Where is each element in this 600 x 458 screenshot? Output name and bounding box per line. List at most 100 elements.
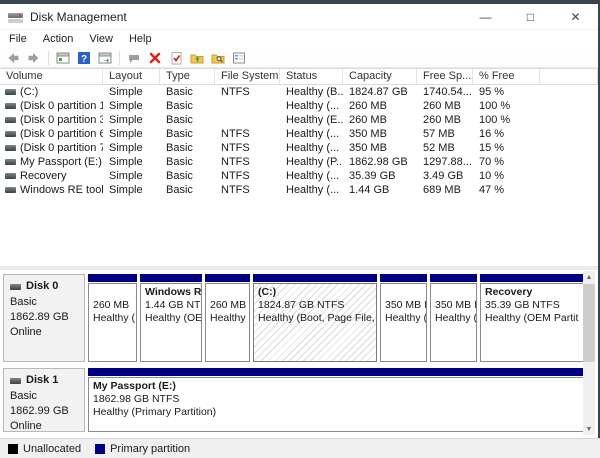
- disk-icon: [10, 284, 21, 290]
- menu-help[interactable]: Help: [121, 30, 160, 48]
- unallocated-swatch: [8, 444, 18, 454]
- partition-block[interactable]: My Passport (E:)1862.98 GB NTFSHealthy (…: [88, 368, 585, 432]
- properties-icon[interactable]: [230, 50, 248, 66]
- volume-icon: [5, 187, 16, 193]
- cell-layout: Simple: [103, 169, 160, 183]
- volume-name: (Disk 0 partition 7): [20, 141, 103, 155]
- table-row[interactable]: (Disk 0 partition 7) Simple Basic NTFS H…: [0, 141, 598, 155]
- mark-partition-active-icon[interactable]: [167, 50, 185, 66]
- disk-type: Basic: [10, 389, 84, 404]
- cell-free-space: 3.49 GB: [417, 169, 473, 183]
- cell-pct-free: 10 %: [473, 169, 540, 183]
- partition-block[interactable]: 260 MBHealthy (: [88, 274, 137, 362]
- table-row[interactable]: (Disk 0 partition 6) Simple Basic NTFS H…: [0, 127, 598, 141]
- table-row[interactable]: Recovery Simple Basic NTFS Healthy (... …: [0, 169, 598, 183]
- scroll-up-icon[interactable]: ▲: [583, 271, 595, 283]
- disk-0-label[interactable]: Disk 0 Basic 1862.89 GB Online: [3, 274, 85, 362]
- col-capacity[interactable]: Capacity: [343, 69, 417, 84]
- cell-file-system: NTFS: [215, 85, 280, 99]
- col-status[interactable]: Status: [280, 69, 343, 84]
- help-icon[interactable]: ?: [75, 50, 93, 66]
- disk-type: Basic: [10, 295, 84, 310]
- cell-status: Healthy (...: [280, 169, 343, 183]
- svg-text:?: ?: [81, 54, 87, 65]
- volume-table-header: Volume Layout Type File System Status Ca…: [0, 68, 598, 85]
- table-row[interactable]: Windows RE tools Simple Basic NTFS Healt…: [0, 183, 598, 197]
- cell-capacity: 260 MB: [343, 99, 417, 113]
- legend-unallocated: Unallocated: [8, 443, 81, 455]
- open-folder-icon[interactable]: [188, 50, 206, 66]
- show-action-pane-icon[interactable]: [96, 50, 114, 66]
- volume-icon: [5, 117, 16, 123]
- cell-type: Basic: [160, 99, 215, 113]
- close-button[interactable]: ✕: [553, 4, 598, 29]
- cell-type: Basic: [160, 141, 215, 155]
- col-volume[interactable]: Volume: [0, 69, 103, 84]
- disk-status: Online: [10, 325, 84, 340]
- partition-color-bar: [88, 274, 137, 282]
- col-pct-free[interactable]: % Free: [473, 69, 540, 84]
- scroll-down-icon[interactable]: ▼: [583, 423, 595, 435]
- partition-color-bar: [253, 274, 377, 282]
- table-row[interactable]: My Passport (E:) Simple Basic NTFS Healt…: [0, 155, 598, 169]
- cell-free-space: 57 MB: [417, 127, 473, 141]
- volume-name: (Disk 0 partition 3): [20, 113, 103, 127]
- explore-folder-icon[interactable]: [209, 50, 227, 66]
- disk-1-label[interactable]: Disk 1 Basic 1862.99 GB Online: [3, 368, 85, 432]
- cell-status: Healthy (...: [280, 99, 343, 113]
- partition-color-bar: [205, 274, 250, 282]
- delete-volume-icon[interactable]: [146, 50, 164, 66]
- minimize-button[interactable]: —: [463, 4, 508, 29]
- menu-file[interactable]: File: [0, 30, 35, 48]
- cell-status: Healthy (P...: [280, 155, 343, 169]
- cell-file-system: NTFS: [215, 155, 280, 169]
- cell-file-system: NTFS: [215, 141, 280, 155]
- cell-type: Basic: [160, 169, 215, 183]
- cell-file-system: NTFS: [215, 169, 280, 183]
- partition-block[interactable]: Windows R1.44 GB NTFHealthy (OEI: [140, 274, 202, 362]
- cell-file-system: NTFS: [215, 183, 280, 197]
- col-free-space[interactable]: Free Sp...: [417, 69, 473, 84]
- vertical-scrollbar[interactable]: ▲ ▼: [583, 271, 595, 435]
- cell-capacity: 1862.98 GB: [343, 155, 417, 169]
- cell-status: Healthy (...: [280, 141, 343, 155]
- window-title: Disk Management: [30, 10, 127, 24]
- disk-management-window: Disk Management — □ ✕ File Action View H…: [0, 0, 600, 458]
- title-bar: Disk Management — □ ✕: [0, 4, 598, 30]
- col-file-system[interactable]: File System: [215, 69, 280, 84]
- toolbar-separator: [48, 51, 49, 65]
- col-layout[interactable]: Layout: [103, 69, 160, 84]
- partition-block-c-selected[interactable]: (C:)1824.87 GB NTFSHealthy (Boot, Page F…: [253, 274, 377, 362]
- volume-name: My Passport (E:): [20, 155, 102, 169]
- table-row[interactable]: (Disk 0 partition 3) Simple Basic Health…: [0, 113, 598, 127]
- col-empty: [540, 69, 598, 84]
- cell-file-system: NTFS: [215, 127, 280, 141]
- scrollbar-thumb[interactable]: [583, 284, 595, 362]
- cell-status: Healthy (...: [280, 127, 343, 141]
- cell-pct-free: 70 %: [473, 155, 540, 169]
- cell-type: Basic: [160, 127, 215, 141]
- volume-name: (C:): [20, 85, 38, 99]
- forward-icon[interactable]: [25, 50, 43, 66]
- col-type[interactable]: Type: [160, 69, 215, 84]
- partition-block[interactable]: Recovery35.39 GB NTFSHealthy (OEM Partit: [480, 274, 585, 362]
- cell-layout: Simple: [103, 85, 160, 99]
- cell-free-space: 1740.54...: [417, 85, 473, 99]
- partition-color-bar: [380, 274, 427, 282]
- cell-pct-free: 100 %: [473, 113, 540, 127]
- partition-color-bar: [480, 274, 585, 282]
- menu-action[interactable]: Action: [35, 30, 82, 48]
- partition-block[interactable]: 350 MB NHealthy (: [380, 274, 427, 362]
- back-icon[interactable]: [4, 50, 22, 66]
- maximize-button[interactable]: □: [508, 4, 553, 29]
- cell-status: Healthy (...: [280, 183, 343, 197]
- table-row[interactable]: (C:) Simple Basic NTFS Healthy (B... 182…: [0, 85, 598, 99]
- partition-block[interactable]: 350 MB NHealthy (: [430, 274, 477, 362]
- menu-view[interactable]: View: [81, 30, 121, 48]
- partition-color-bar: [430, 274, 477, 282]
- show-console-tree-icon[interactable]: [54, 50, 72, 66]
- volume-icon: [5, 103, 16, 109]
- launch-dialog-icon[interactable]: [125, 50, 143, 66]
- table-row[interactable]: (Disk 0 partition 1) Simple Basic Health…: [0, 99, 598, 113]
- partition-block[interactable]: 260 MBHealthy (: [205, 274, 250, 362]
